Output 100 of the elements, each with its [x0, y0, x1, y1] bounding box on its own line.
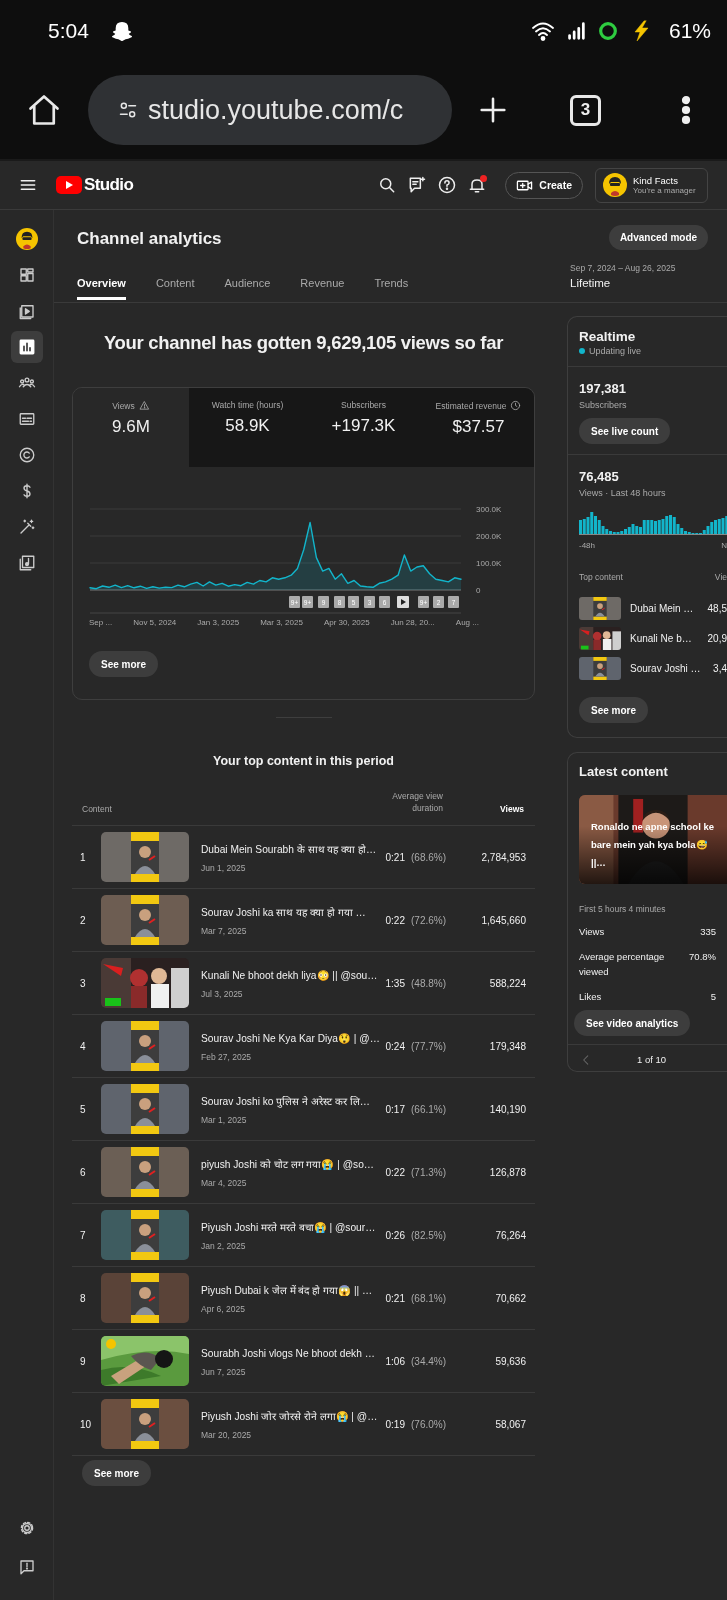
video-title[interactable]: Kunali Ne bhoot dekh liya😳 || @sou… [201, 970, 376, 981]
rank-number: 5 [80, 1103, 86, 1115]
rank-number: 6 [80, 1166, 86, 1178]
rank-number: 8 [80, 1292, 86, 1304]
view-count: 58,067 [495, 1418, 526, 1430]
stat-value: 70.8% [689, 950, 716, 964]
analytics-icon[interactable] [17, 338, 36, 356]
views-count: 76,485 [579, 469, 619, 484]
home-icon[interactable] [26, 92, 62, 128]
publish-date: Mar 7, 2025 [201, 926, 247, 936]
percent-viewed: (68.1%) [411, 1292, 446, 1304]
percent-viewed: (77.7%) [411, 1040, 446, 1052]
video-title[interactable]: Piyush Joshi जोर जोरसे रोने लगा😭 | @… [201, 1409, 376, 1423]
stat-label: Subscribers [579, 400, 627, 410]
panel-title: Realtime [579, 329, 636, 344]
stat-label: Views [579, 925, 606, 939]
account-switcher[interactable]: Kind Facts You're a manager [595, 167, 708, 203]
video-title[interactable]: Sourav Joshi ko पुलिस ने अरेस्ट कर लि… [201, 1094, 370, 1108]
dashboard-icon[interactable] [17, 266, 36, 284]
logo-text: Studio [84, 175, 134, 195]
play-badge[interactable] [397, 596, 409, 608]
video-icon[interactable] [17, 302, 36, 320]
see-video-analytics-button[interactable]: See video analytics [574, 1010, 691, 1036]
metric-tab[interactable]: Estimated revenue $37.57 [421, 388, 534, 467]
sidebar-item[interactable] [10, 331, 43, 363]
avatar-icon [603, 173, 627, 197]
axis-label: N [721, 541, 727, 550]
clock-time: 5:04 [48, 18, 89, 43]
view-count: 76,264 [495, 1229, 526, 1241]
axis-label: Apr 30, 2025 [323, 618, 370, 627]
view-count: 20,9 [707, 632, 727, 644]
feedback-icon[interactable] [17, 1558, 36, 1576]
tab-count-button[interactable]: 3 [570, 94, 601, 126]
video-title[interactable]: Piyush Joshi मरते मरते बचा😭 | @sour… [201, 1220, 376, 1234]
tab[interactable]: Content [155, 277, 195, 300]
publish-date: Mar 4, 2025 [201, 1178, 247, 1188]
metric-tab[interactable]: Watch time (hours) 58.9K [189, 388, 306, 467]
video-title[interactable]: Dubai Mein Sourabh के साथ यह क्या हो… [201, 842, 376, 856]
axis-label: -48h [579, 541, 595, 550]
video-title[interactable]: Dubai Mein … [630, 602, 707, 614]
live-status: Updating live [589, 346, 642, 356]
tab[interactable]: Revenue [300, 277, 345, 300]
percent-viewed: (48.8%) [411, 977, 446, 989]
axis-label: 200.0K [476, 532, 502, 541]
create-button[interactable]: Create [505, 171, 583, 199]
column-header: Content [82, 804, 112, 814]
view-count: 588,224 [489, 977, 526, 989]
period-label: First 5 hours 4 minutes [579, 904, 666, 914]
address-bar[interactable]: studio.youtube.com/c [88, 75, 452, 145]
feedback-icon[interactable] [407, 175, 428, 195]
view-count: 48,5 [707, 602, 727, 614]
axis-label: Nov 5, 2024 [133, 618, 177, 627]
tab[interactable]: Audience [224, 277, 271, 300]
view-count: 3,4 [713, 662, 727, 674]
subscriber-count: 197,381 [579, 381, 626, 396]
video-title[interactable]: Piyush Dubai k जेल में बंद हो गया😱 || … [201, 1283, 373, 1297]
axis-label: Jun 28, 20... [390, 618, 435, 627]
music-library-icon[interactable] [17, 554, 36, 572]
rank-number: 3 [80, 977, 86, 989]
duration: 0:19 [385, 1418, 405, 1430]
percent-viewed: (71.3%) [411, 1166, 446, 1178]
copyright-icon[interactable] [17, 446, 36, 464]
help-icon[interactable] [437, 175, 458, 195]
see-live-count-button[interactable]: See live count [579, 418, 671, 444]
publish-date: Mar 1, 2025 [201, 1115, 247, 1125]
percent-viewed: (66.1%) [411, 1103, 446, 1115]
subtitles-icon[interactable] [17, 410, 36, 428]
publish-date: Feb 27, 2025 [201, 1052, 252, 1062]
publish-date: Jan 2, 2025 [201, 1241, 246, 1251]
duration: 0:22 [385, 914, 405, 926]
advanced-mode-button[interactable]: Advanced mode [609, 225, 708, 250]
tab[interactable]: Overview [77, 277, 126, 300]
see-more-button[interactable]: See more [82, 1460, 152, 1486]
rank-number: 7 [80, 1229, 86, 1241]
view-count: 179,348 [489, 1040, 526, 1052]
ring-icon [596, 19, 619, 42]
column-header: Top content [579, 572, 623, 582]
video-title[interactable]: Sourabh Joshi vlogs Ne bhoot dekh … [201, 1348, 375, 1359]
video-title[interactable]: Sourav Joshi … [630, 662, 707, 674]
axis-label: Sep ... [89, 618, 113, 627]
publish-date: Jun 1, 2025 [201, 863, 246, 873]
stat-label: Likes [579, 990, 603, 1004]
stat-value: 335 [700, 925, 716, 939]
tab[interactable]: Trends [374, 277, 409, 300]
see-more-button[interactable]: See more [89, 651, 159, 677]
warning-icon [138, 400, 150, 411]
metric-tab[interactable]: Subscribers +197.3K [306, 388, 421, 467]
live-dot-icon [579, 348, 585, 354]
page-indicator: 1 of 10 [637, 1054, 667, 1065]
column-header[interactable]: Views [500, 804, 524, 814]
date-range: Sep 7, 2024 – Aug 26, 2025 [570, 263, 676, 273]
see-more-button[interactable]: See more [579, 697, 649, 723]
tune-icon [118, 100, 138, 120]
publish-date: Mar 20, 2025 [201, 1430, 252, 1440]
video-title[interactable]: Kunali Ne b… [630, 632, 707, 644]
video-title[interactable]: Sourav Joshi ka साथ यह क्या हो गया … [201, 905, 366, 919]
percent-viewed: (76.0%) [411, 1418, 446, 1430]
video-title[interactable]: piyush Joshi को चोट लग गया😭 | @so… [201, 1157, 374, 1171]
panel-title: Latest content [579, 764, 668, 779]
period-label[interactable]: Lifetime [570, 277, 611, 289]
